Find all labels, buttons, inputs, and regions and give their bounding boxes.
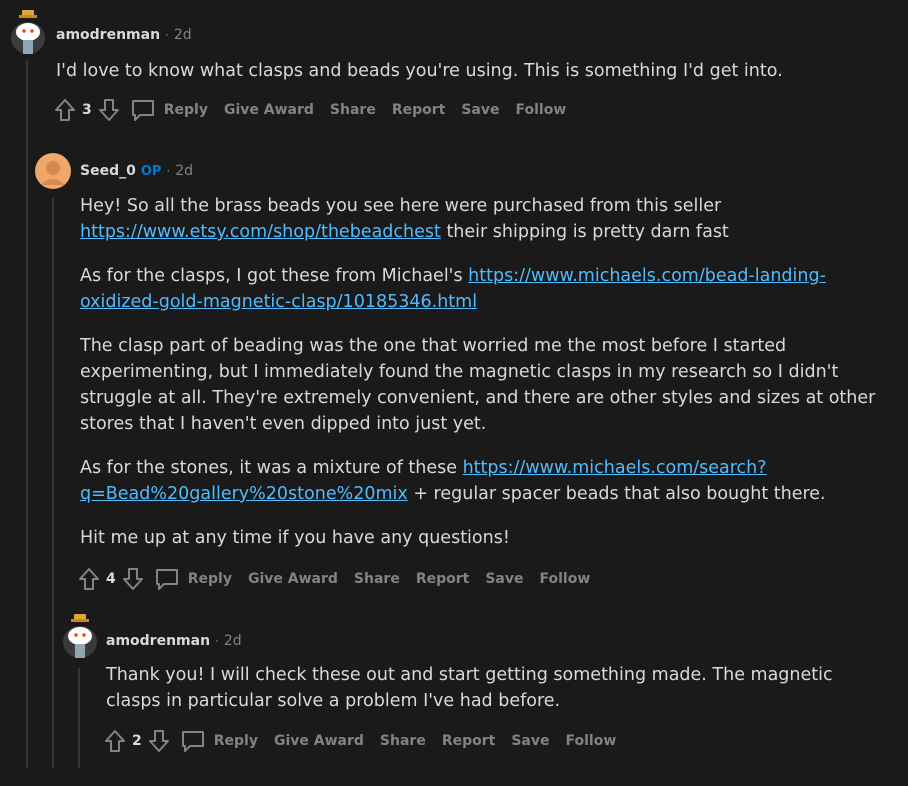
save-button[interactable]: Save [461,102,499,118]
comment-bubble-icon [181,731,204,752]
vote-score: 3 [82,102,92,118]
comment-paragraph: Hit me up at any time if you have any qu… [80,525,880,551]
upvote-icon[interactable] [54,98,76,122]
share-button[interactable]: Share [330,102,376,118]
upvote-icon[interactable] [78,567,100,591]
author-name[interactable]: amodrenman [106,633,210,649]
comment-meta: amodrenman · 2d [56,27,192,43]
comment-text: Hey! So all the brass beads you see here… [80,196,722,216]
vote-group: 2 [104,729,170,753]
comment-body: I'd love to know what clasps and beads y… [56,58,876,84]
author-name[interactable]: amodrenman [56,27,160,43]
share-button[interactable]: Share [354,571,400,587]
reply-label: Reply [187,571,232,587]
downvote-icon[interactable] [122,567,144,591]
comment-text: + regular spacer beads that also bought … [407,484,826,504]
comment-link[interactable]: https://www.etsy.com/shop/thebeadchest [80,222,441,242]
comment-body: Hey! So all the brass beads you see here… [80,193,880,551]
downvote-icon[interactable] [98,98,120,122]
comment-paragraph: Hey! So all the brass beads you see here… [80,193,880,245]
upvote-icon[interactable] [104,729,126,753]
comment-paragraph: I'd love to know what clasps and beads y… [56,58,876,84]
save-button[interactable]: Save [511,733,549,749]
comment-actions: 4 Reply Give Award Share Report Save Fol… [78,565,590,593]
vote-score: 2 [132,733,142,749]
report-button[interactable]: Report [442,733,496,749]
snoo-avatar[interactable] [60,612,100,660]
comment-actions: 2 Reply Give Award Share Report Save Fol… [104,727,616,755]
separator-dot: · [215,634,219,648]
comment-text: The clasp part of beading was the one th… [80,336,876,434]
follow-button[interactable]: Follow [540,571,591,587]
comment-body: Thank you! I will check these out and st… [106,662,886,714]
reply-button[interactable]: Reply [180,729,258,753]
op-badge: OP [140,164,162,179]
author-name[interactable]: Seed_0 [80,163,136,179]
comment-bubble-icon [155,569,178,590]
user-avatar[interactable] [35,153,71,189]
share-button[interactable]: Share [380,733,426,749]
reply-label: Reply [163,102,208,118]
give-award-button[interactable]: Give Award [274,733,364,749]
reply-button[interactable]: Reply [154,567,232,591]
comment-text: Thank you! I will check these out and st… [106,665,833,711]
comment-paragraph: As for the clasps, I got these from Mich… [80,263,880,315]
vote-group: 3 [54,98,120,122]
report-button[interactable]: Report [392,102,446,118]
timestamp[interactable]: 2d [175,163,193,179]
comment-text: I'd love to know what clasps and beads y… [56,61,783,81]
comment-meta: Seed_0 OP · 2d [80,163,193,179]
save-button[interactable]: Save [485,571,523,587]
comment-meta: amodrenman · 2d [106,633,242,649]
reply-button[interactable]: Reply [130,98,208,122]
timestamp[interactable]: 2d [174,27,192,43]
vote-score: 4 [106,571,116,587]
comment-text: As for the clasps, I got these from Mich… [80,266,469,286]
snoo-avatar[interactable] [8,8,48,56]
comment-text: As for the stones, it was a mixture of t… [80,458,463,478]
comment-bubble-icon [131,100,154,121]
downvote-icon[interactable] [148,729,170,753]
thread-line[interactable] [52,198,54,768]
comment-text: their shipping is pretty darn fast [440,222,729,242]
thread-line[interactable] [78,668,80,768]
follow-button[interactable]: Follow [516,102,567,118]
comment-actions: 3 Reply Give Award Share Report Save Fol… [54,96,566,124]
give-award-button[interactable]: Give Award [224,102,314,118]
separator-dot: · [166,164,171,178]
separator-dot: · [165,28,169,42]
reply-label: Reply [213,733,258,749]
timestamp[interactable]: 2d [224,633,242,649]
give-award-button[interactable]: Give Award [248,571,338,587]
comment-paragraph: Thank you! I will check these out and st… [106,662,886,714]
vote-group: 4 [78,567,144,591]
comment-text: Hit me up at any time if you have any qu… [80,528,510,548]
thread-line[interactable] [26,60,28,768]
report-button[interactable]: Report [416,571,470,587]
follow-button[interactable]: Follow [566,733,617,749]
comment-paragraph: As for the stones, it was a mixture of t… [80,455,880,507]
comment-paragraph: The clasp part of beading was the one th… [80,333,880,437]
